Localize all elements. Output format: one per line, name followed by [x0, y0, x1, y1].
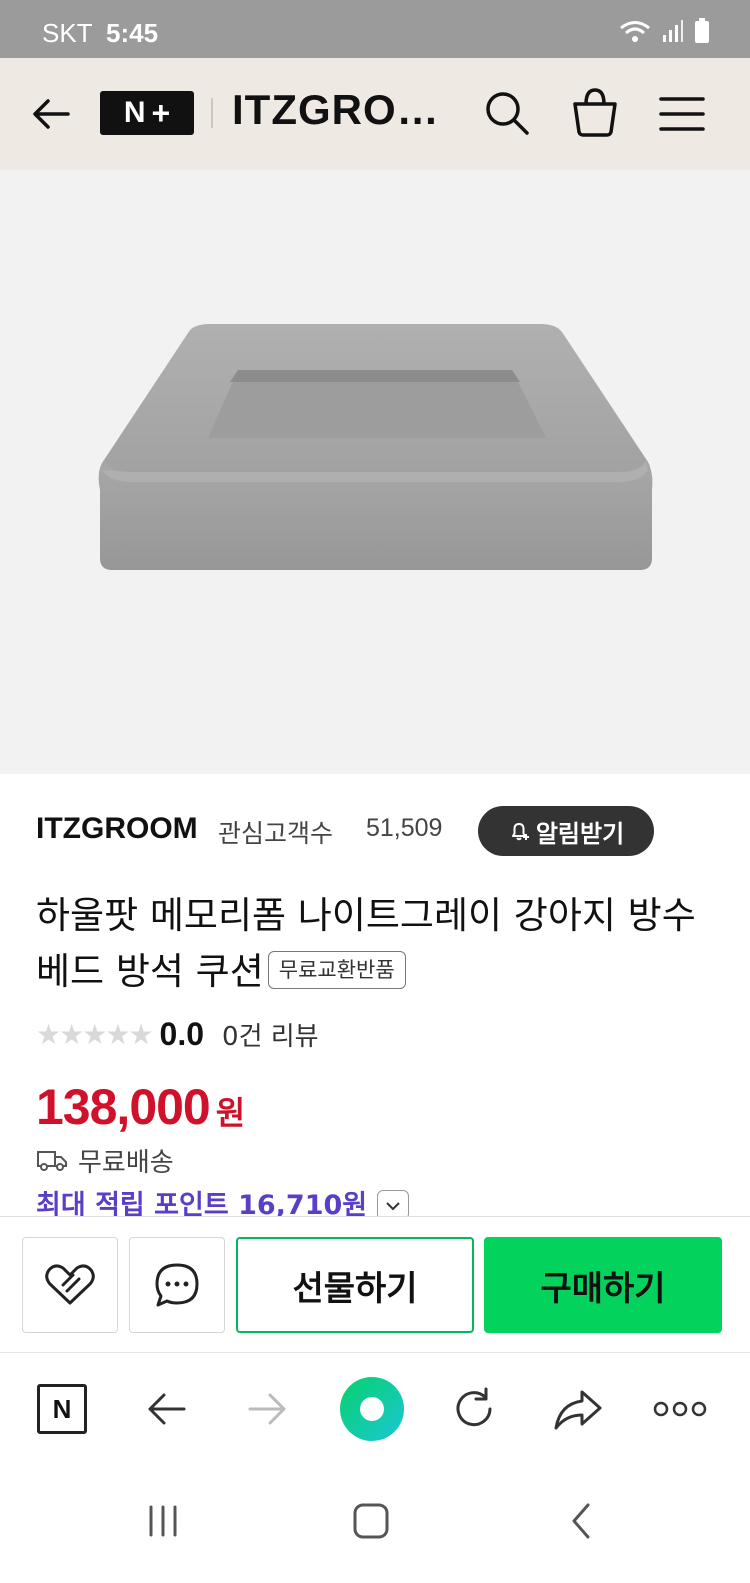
- store-name[interactable]: ITZGROOM: [36, 812, 198, 846]
- refresh-icon[interactable]: [444, 1379, 504, 1439]
- system-back-icon[interactable]: [556, 1496, 606, 1546]
- star-rating: ★ ★ ★ ★ ★: [36, 1017, 154, 1051]
- store-title[interactable]: ITZGRO…: [232, 86, 440, 134]
- gift-button[interactable]: 선물하기: [236, 1237, 474, 1333]
- price-row: 138,000 원: [36, 1078, 246, 1135]
- star-icon: ★: [82, 1017, 107, 1051]
- signal-icon: [663, 20, 683, 42]
- fan-label: 관심고객수: [218, 819, 334, 848]
- rating-row[interactable]: ★ ★ ★ ★ ★ 0.0 0건 리뷰: [36, 1014, 319, 1054]
- product-title: 하울팟 메모리폼 나이트그레이 강아지 방수 베드 방석 쿠션 무료교환반품: [36, 888, 716, 1000]
- fan-count: 51,509: [366, 814, 443, 842]
- pet-bed-illustration: [98, 324, 653, 570]
- price: 138,000: [36, 1079, 211, 1135]
- more-icon[interactable]: [650, 1379, 710, 1439]
- free-return-badge: 무료교환반품: [267, 950, 406, 989]
- product-page: SKT 5:45 N + ITZGRO… ITZGROOM 관심고객수 51,5…: [0, 0, 750, 1583]
- back-arrow-icon[interactable]: [28, 90, 76, 138]
- review-count[interactable]: 0건 리뷰: [222, 1016, 319, 1053]
- back-icon[interactable]: [136, 1379, 196, 1439]
- star-icon: ★: [128, 1017, 153, 1051]
- naver-plus-logo[interactable]: N +: [100, 91, 194, 135]
- share-icon[interactable]: [548, 1379, 608, 1439]
- battery-icon: [695, 18, 709, 43]
- star-icon: ★: [105, 1017, 130, 1051]
- shipping-text: 무료배송: [78, 1147, 174, 1178]
- clock: 5:45: [106, 18, 159, 48]
- bell-plus-icon: [511, 823, 529, 841]
- hamburger-menu-icon[interactable]: [658, 94, 706, 134]
- naver-home-letter: N: [37, 1384, 87, 1434]
- points-row[interactable]: 최대 적립 포인트 16,710원: [36, 1186, 410, 1220]
- app-header: N + ITZGRO…: [0, 58, 750, 170]
- chat-bubble-icon: [155, 1263, 199, 1307]
- shopping-bag-icon[interactable]: [570, 86, 620, 138]
- heart-icon: [45, 1264, 95, 1305]
- truck-icon: [37, 1151, 67, 1171]
- buy-button[interactable]: 구매하기: [484, 1237, 722, 1333]
- recent-apps-icon[interactable]: [138, 1496, 188, 1546]
- chat-button[interactable]: [129, 1237, 225, 1333]
- header-divider: [211, 98, 213, 128]
- rating-score: 0.0: [159, 1015, 205, 1052]
- logo-plus: +: [151, 94, 171, 131]
- price-unit: 원: [215, 1094, 246, 1132]
- search-icon[interactable]: [482, 88, 532, 138]
- purchase-action-bar: 선물하기 구매하기: [0, 1216, 750, 1352]
- status-icons: [618, 18, 710, 44]
- like-button[interactable]: [22, 1237, 118, 1333]
- store-row: ITZGROOM 관심고객수 51,509 알림받기: [36, 806, 716, 856]
- home-button-icon[interactable]: [346, 1496, 396, 1546]
- product-image[interactable]: [0, 170, 750, 774]
- naver-home-icon[interactable]: N: [32, 1379, 92, 1439]
- green-circle-icon[interactable]: [336, 1373, 408, 1445]
- wifi-icon: [620, 21, 650, 42]
- browser-toolbar: N: [0, 1352, 750, 1464]
- star-icon: ★: [59, 1017, 84, 1051]
- shipping-row: 무료배송: [36, 1140, 174, 1180]
- carrier-label: SKT: [42, 18, 93, 48]
- star-icon: ★: [36, 1017, 61, 1051]
- notify-label: 알림받기: [535, 819, 625, 848]
- status-bar: SKT 5:45: [0, 0, 750, 58]
- notify-button[interactable]: 알림받기: [478, 806, 654, 856]
- logo-letter: N: [123, 96, 146, 129]
- system-navigation: [0, 1464, 750, 1583]
- forward-icon[interactable]: [238, 1379, 298, 1439]
